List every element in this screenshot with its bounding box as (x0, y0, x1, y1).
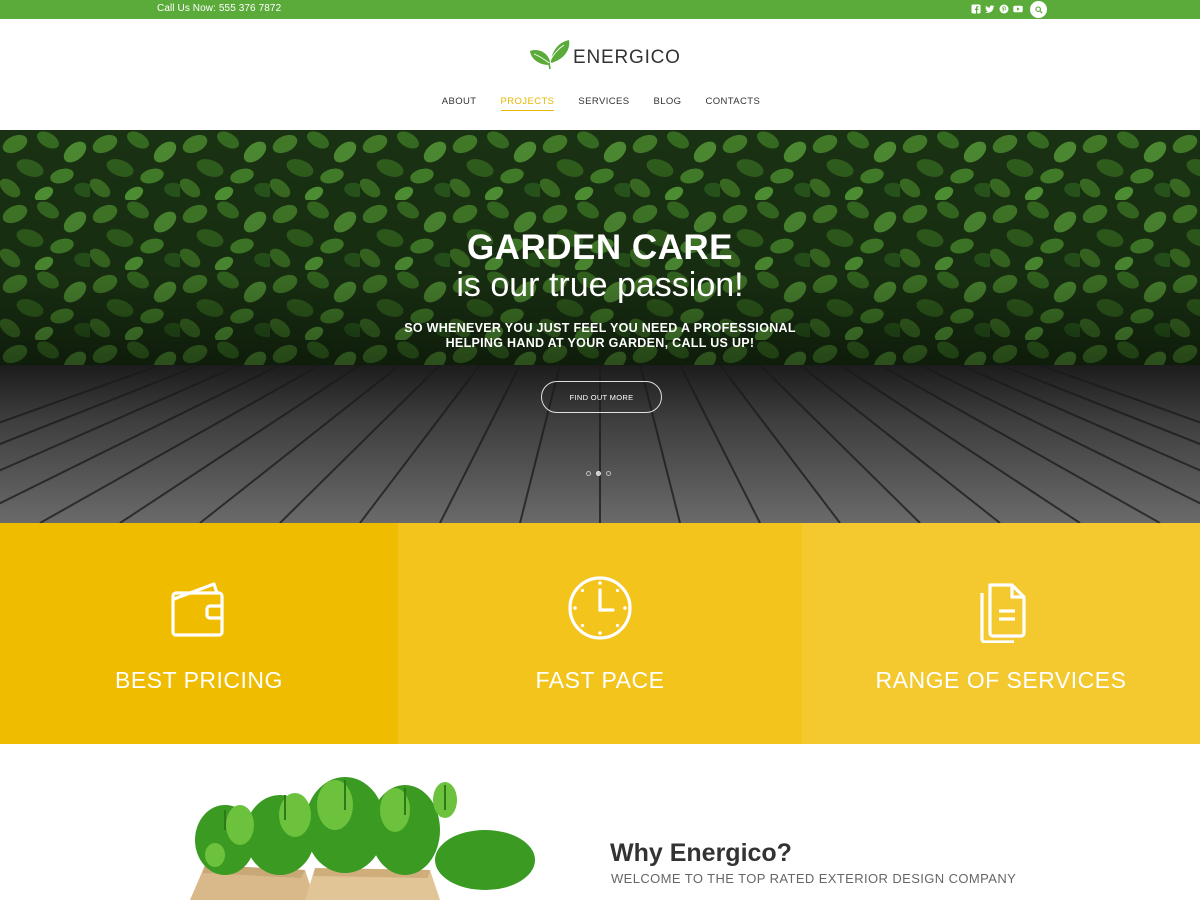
facebook-icon[interactable] (970, 3, 981, 14)
leaf-logo-icon (530, 40, 570, 70)
pinterest-icon[interactable] (998, 3, 1009, 14)
site-logo[interactable]: ENERGICO (529, 37, 681, 71)
slider-dots (586, 471, 611, 476)
hero-description: SO WHENEVER YOU JUST FEEL YOU NEED A PRO… (0, 321, 1200, 351)
main-nav: ABOUT PROJECTS SERVICES BLOG CONTACTS (0, 96, 1200, 111)
youtube-icon[interactable] (1012, 3, 1023, 14)
nav-item-about[interactable]: ABOUT (442, 96, 477, 111)
nav-item-projects[interactable]: PROJECTS (500, 96, 555, 111)
features-section: BEST PRICING FAST PACE RANGE OF SERVICES (0, 523, 1200, 744)
feature-label: FAST PACE (535, 667, 665, 693)
hero-slider: GARDEN CARE is our true passion! SO WHEN… (0, 130, 1200, 523)
feature-best-pricing[interactable]: BEST PRICING (0, 523, 398, 744)
clock-icon (568, 576, 632, 640)
find-out-more-button[interactable]: FIND OUT MORE (541, 381, 662, 413)
documents-icon (980, 583, 1026, 643)
search-icon (1034, 5, 1043, 14)
potted-plants-image (190, 777, 535, 900)
hero-content: GARDEN CARE is our true passion! SO WHEN… (0, 230, 1200, 351)
about-subtitle: WELCOME TO THE TOP RATED EXTERIOR DESIGN… (611, 871, 1017, 886)
hero-description-line: SO WHENEVER YOU JUST FEEL YOU NEED A PRO… (404, 321, 796, 335)
twitter-icon[interactable] (984, 3, 995, 14)
hero-subtitle: is our true passion! (456, 266, 744, 304)
hero-title: GARDEN CARE (466, 228, 734, 267)
slider-dot-active[interactable] (596, 471, 601, 476)
slider-dot[interactable] (586, 471, 591, 476)
hero-description-line: HELPING HAND AT YOUR GARDEN, CALL US UP! (445, 336, 755, 350)
about-title: Why Energico? (610, 839, 792, 867)
phone-number: Call Us Now: 555 376 7872 (157, 3, 282, 14)
nav-item-contacts[interactable]: CONTACTS (705, 96, 760, 111)
nav-item-blog[interactable]: BLOG (653, 96, 681, 111)
social-links (970, 3, 1023, 14)
nav-item-services[interactable]: SERVICES (578, 96, 629, 111)
search-button[interactable] (1030, 1, 1047, 18)
wallet-icon (171, 582, 224, 637)
feature-fast-pace[interactable]: FAST PACE (398, 523, 802, 744)
feature-range-of-services[interactable]: RANGE OF SERVICES (802, 523, 1200, 744)
logo-text: ENERGICO (573, 47, 681, 68)
feature-label: BEST PRICING (115, 667, 283, 693)
top-bar: Call Us Now: 555 376 7872 (0, 0, 1200, 19)
feature-label: RANGE OF SERVICES (875, 667, 1127, 693)
slider-dot[interactable] (606, 471, 611, 476)
